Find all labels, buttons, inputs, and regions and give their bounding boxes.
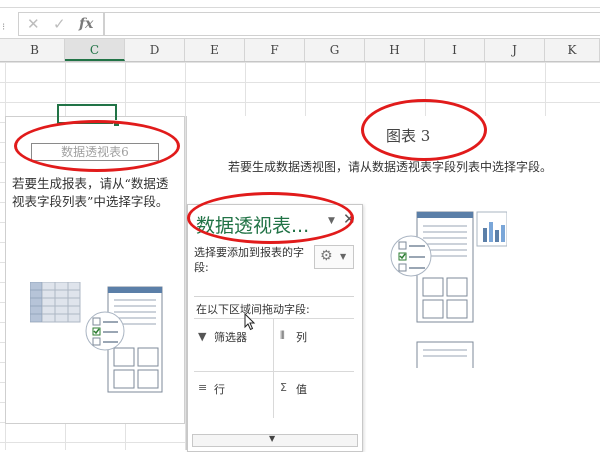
annotation-ellipse	[361, 99, 487, 161]
annotation-ellipse	[187, 192, 354, 244]
values-area[interactable]: Σ 值	[274, 372, 354, 418]
gear-icon: ⚙	[320, 248, 333, 264]
pivot-table-illustration-icon	[30, 282, 163, 393]
formula-buttons: ✕ ✓ fx	[18, 12, 104, 36]
filters-area[interactable]: ▼ 筛选器	[194, 319, 272, 369]
column-header[interactable]: D	[125, 39, 185, 61]
rows-area-label: 行	[214, 383, 225, 396]
pivot-table-instructions: 若要生成报表，请从“数据透视表字段列表”中选择字段。	[12, 176, 169, 209]
chevron-down-icon: ▼	[269, 434, 276, 443]
choose-fields-label: 选择要添加到报表的字段:	[194, 246, 304, 274]
rows-area[interactable]: ≡ 行	[194, 372, 272, 418]
column-headers: B C D E F G H I J K	[0, 39, 600, 62]
field-layout-settings-button[interactable]: ⚙ ▼	[314, 245, 354, 269]
column-header[interactable]: C	[65, 39, 125, 61]
mouse-cursor-icon	[244, 313, 256, 331]
pivot-chart-illustration-icon	[390, 211, 507, 368]
pane-divider	[194, 296, 354, 297]
formula-input[interactable]	[104, 12, 600, 36]
column-header[interactable]: I	[425, 39, 485, 61]
columns-area[interactable]: ⦀ 列	[274, 319, 354, 369]
filters-area-label: 筛选器	[214, 331, 247, 344]
column-header[interactable]: E	[185, 39, 245, 61]
formula-bar: ⁝ ✕ ✓ fx	[0, 8, 600, 39]
filter-icon: ▼	[198, 330, 207, 343]
column-header[interactable]: H	[365, 39, 425, 61]
pivot-chart-instructions: 若要生成数据透视图，请从数据透视表字段列表中选择字段。	[228, 160, 553, 174]
ribbon-edge	[0, 0, 600, 8]
column-header[interactable]: F	[245, 39, 305, 61]
sigma-icon: Σ	[280, 381, 287, 394]
enter-icon[interactable]: ✓	[53, 15, 66, 33]
column-header[interactable]: B	[5, 39, 65, 61]
insert-function-button[interactable]: fx	[79, 16, 93, 32]
formula-bar-grip-icon[interactable]: ⁝	[2, 22, 5, 33]
column-header[interactable]: J	[485, 39, 545, 61]
column-header[interactable]: G	[305, 39, 365, 61]
rows-icon: ≡	[198, 381, 208, 394]
columns-icon: ⦀	[280, 329, 285, 342]
cancel-icon[interactable]: ✕	[27, 15, 40, 33]
columns-area-label: 列	[296, 331, 307, 344]
pane-scroll-button[interactable]: ▼	[192, 434, 358, 447]
annotation-ellipse	[14, 120, 180, 172]
values-area-label: 值	[296, 383, 307, 396]
chevron-down-icon: ▼	[340, 252, 347, 261]
column-header[interactable]: K	[545, 39, 600, 61]
